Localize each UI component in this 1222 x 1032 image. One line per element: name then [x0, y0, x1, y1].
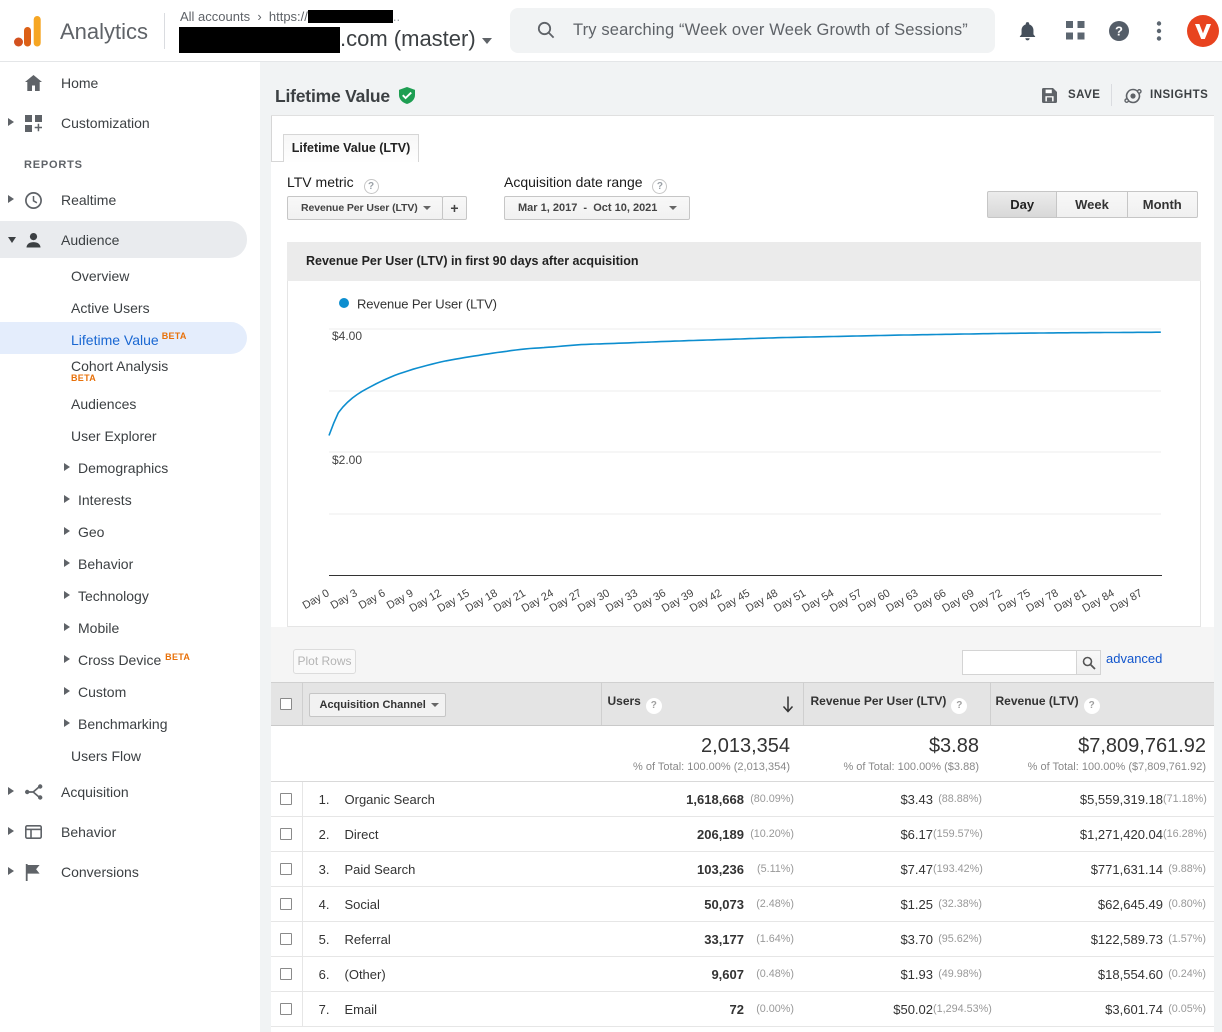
svg-text:Day 87: Day 87 [1108, 587, 1144, 615]
svg-text:?: ? [1115, 24, 1123, 39]
svg-text:Revenue Per User (LTV): Revenue Per User (LTV) [357, 297, 497, 312]
svg-text:Day 6: Day 6 [357, 587, 388, 612]
svg-text:Day 3: Day 3 [329, 587, 360, 612]
svg-text:Day 0: Day 0 [301, 587, 332, 612]
svg-text:$4.00: $4.00 [332, 329, 362, 343]
svg-text:$2.00: $2.00 [332, 453, 362, 467]
